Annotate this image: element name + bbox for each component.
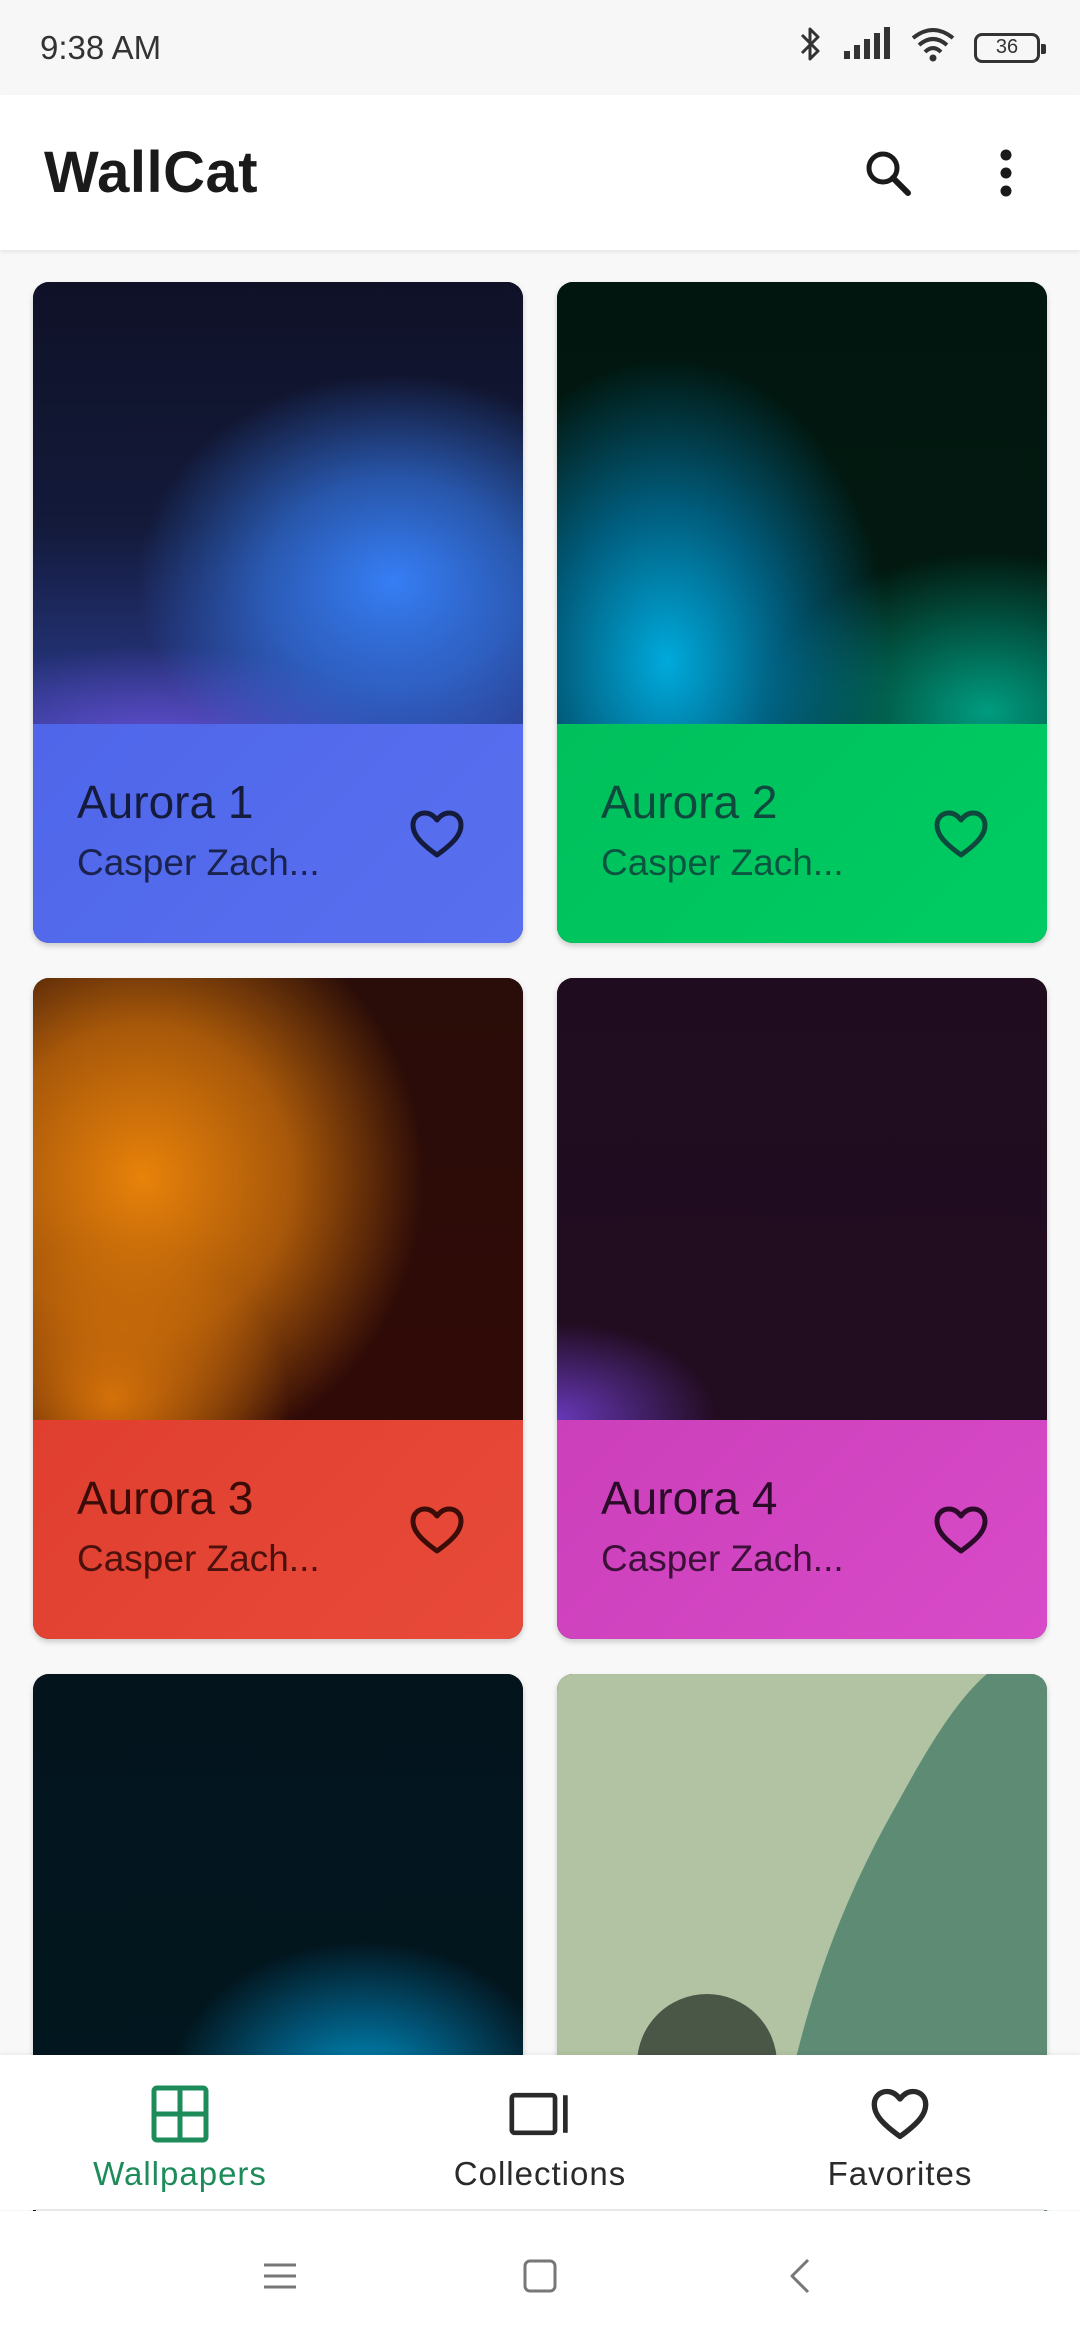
wallpaper-grid: Aurora 1 Casper Zach... Aurora 2 Casper … bbox=[33, 282, 1047, 2335]
signal-icon bbox=[842, 26, 892, 69]
collections-icon bbox=[509, 2083, 571, 2145]
nav-item-collections[interactable]: Collections bbox=[390, 2083, 690, 2193]
wallpaper-card-aurora-1[interactable]: Aurora 1 Casper Zach... bbox=[33, 282, 523, 943]
search-icon[interactable] bbox=[858, 143, 918, 203]
home-icon[interactable] bbox=[510, 2246, 570, 2306]
grid-icon bbox=[149, 2083, 211, 2145]
favorite-heart-icon[interactable] bbox=[931, 1500, 991, 1560]
card-footer: Aurora 1 Casper Zach... bbox=[33, 724, 523, 943]
nav-item-wallpapers[interactable]: Wallpapers bbox=[30, 2083, 330, 2193]
wallpaper-card-aurora-3[interactable]: Aurora 3 Casper Zach... bbox=[33, 978, 523, 1639]
app-bar: WallCat bbox=[0, 95, 1080, 250]
bluetooth-icon bbox=[798, 25, 824, 71]
nav-label: Wallpapers bbox=[93, 2155, 267, 2192]
wifi-icon bbox=[910, 26, 956, 70]
favorite-heart-icon[interactable] bbox=[407, 1500, 467, 1560]
wallpaper-card-aurora-4[interactable]: Aurora 4 Casper Zach... bbox=[557, 978, 1047, 1639]
battery-icon: 36 bbox=[974, 32, 1046, 63]
nav-label: Favorites bbox=[827, 2155, 973, 2192]
system-navigation bbox=[0, 2211, 1080, 2340]
menu-icon[interactable] bbox=[250, 2246, 310, 2306]
card-footer: Aurora 4 Casper Zach... bbox=[557, 1420, 1047, 1639]
nav-label: Collections bbox=[453, 2155, 627, 2192]
wallpaper-thumbnail[interactable] bbox=[557, 282, 1047, 724]
wallpaper-thumbnail[interactable] bbox=[557, 978, 1047, 1420]
wallpaper-thumbnail[interactable] bbox=[33, 282, 523, 724]
card-footer: Aurora 3 Casper Zach... bbox=[33, 1420, 523, 1639]
card-footer: Aurora 2 Casper Zach... bbox=[557, 724, 1047, 943]
back-icon[interactable] bbox=[770, 2246, 830, 2306]
status-icons: 36 bbox=[798, 25, 1046, 71]
favorite-heart-icon[interactable] bbox=[931, 804, 991, 864]
app-actions bbox=[858, 143, 1036, 203]
heart-icon bbox=[869, 2083, 931, 2145]
wallpaper-thumbnail[interactable] bbox=[33, 978, 523, 1420]
wallpaper-card-aurora-2[interactable]: Aurora 2 Casper Zach... bbox=[557, 282, 1047, 943]
more-vert-icon[interactable] bbox=[976, 143, 1036, 203]
nav-item-favorites[interactable]: Favorites bbox=[750, 2083, 1050, 2193]
app-title: WallCat bbox=[44, 140, 259, 205]
status-bar: 9:38 AM 36 bbox=[0, 0, 1080, 95]
bottom-navigation: Wallpapers Collections Favorites bbox=[0, 2055, 1080, 2210]
status-time: 9:38 AM bbox=[40, 28, 162, 66]
favorite-heart-icon[interactable] bbox=[407, 804, 467, 864]
